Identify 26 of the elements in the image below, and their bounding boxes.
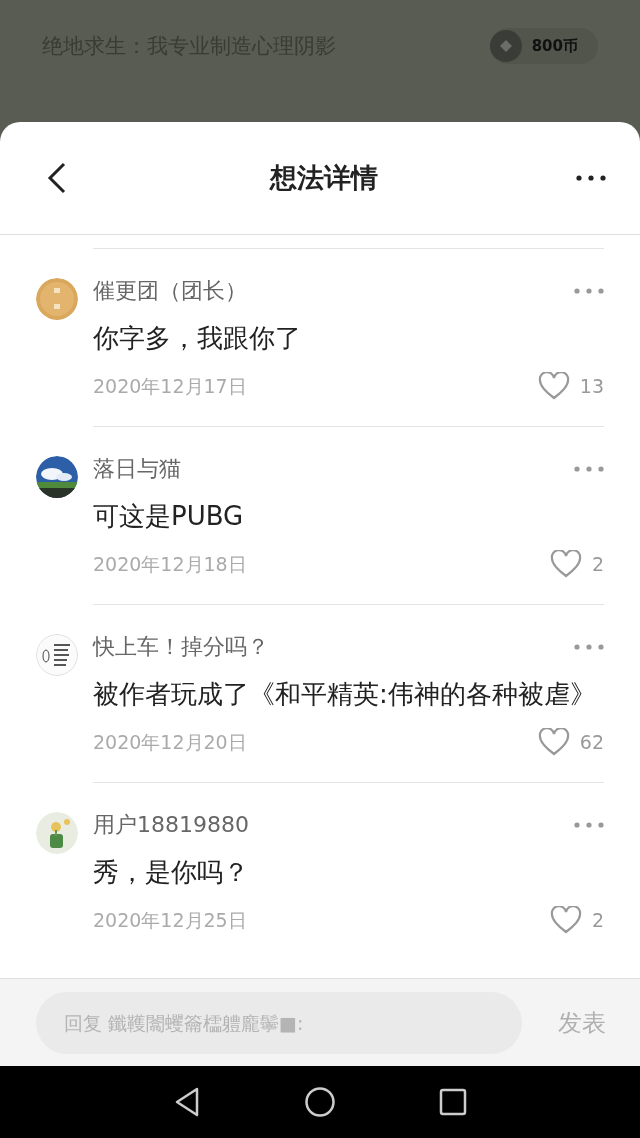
like-count: 62 — [579, 731, 604, 753]
comment-text: 你字多，我跟你了 — [93, 322, 302, 355]
like-count: 2 — [591, 553, 604, 575]
heart-icon[interactable] — [549, 550, 582, 578]
author-name[interactable]: 用户18819880 — [93, 810, 249, 840]
home-icon[interactable] — [305, 1087, 335, 1117]
heart-icon[interactable] — [537, 372, 570, 400]
back-icon[interactable] — [173, 1087, 201, 1117]
like-count: 13 — [579, 375, 604, 397]
coin-icon — [489, 30, 522, 62]
comment-date: 2020年12月25日 — [93, 908, 247, 933]
comment-date: 2020年12月18日 — [93, 552, 247, 577]
heart-icon[interactable] — [549, 906, 582, 934]
like-count: 2 — [591, 909, 604, 931]
author-name[interactable]: 落日与猫 — [93, 454, 181, 484]
recent-apps-icon[interactable] — [439, 1088, 467, 1116]
more-icon[interactable] — [576, 175, 606, 181]
comment-date: 2020年12月20日 — [93, 730, 247, 755]
heart-icon[interactable] — [537, 728, 570, 756]
author-name[interactable]: 快上车！掉分吗？ — [93, 632, 269, 662]
comment-text: 秀，是你吗？ — [93, 856, 250, 889]
comment-text: 可这是PUBG — [93, 500, 245, 533]
author-name[interactable]: 催更团（团长） — [93, 276, 247, 306]
comment-date: 2020年12月17日 — [93, 374, 247, 399]
comment-text: 被作者玩成了《和平精英:伟神的各种被虐》 — [93, 678, 597, 711]
page-title: 想法详情 — [270, 161, 378, 195]
